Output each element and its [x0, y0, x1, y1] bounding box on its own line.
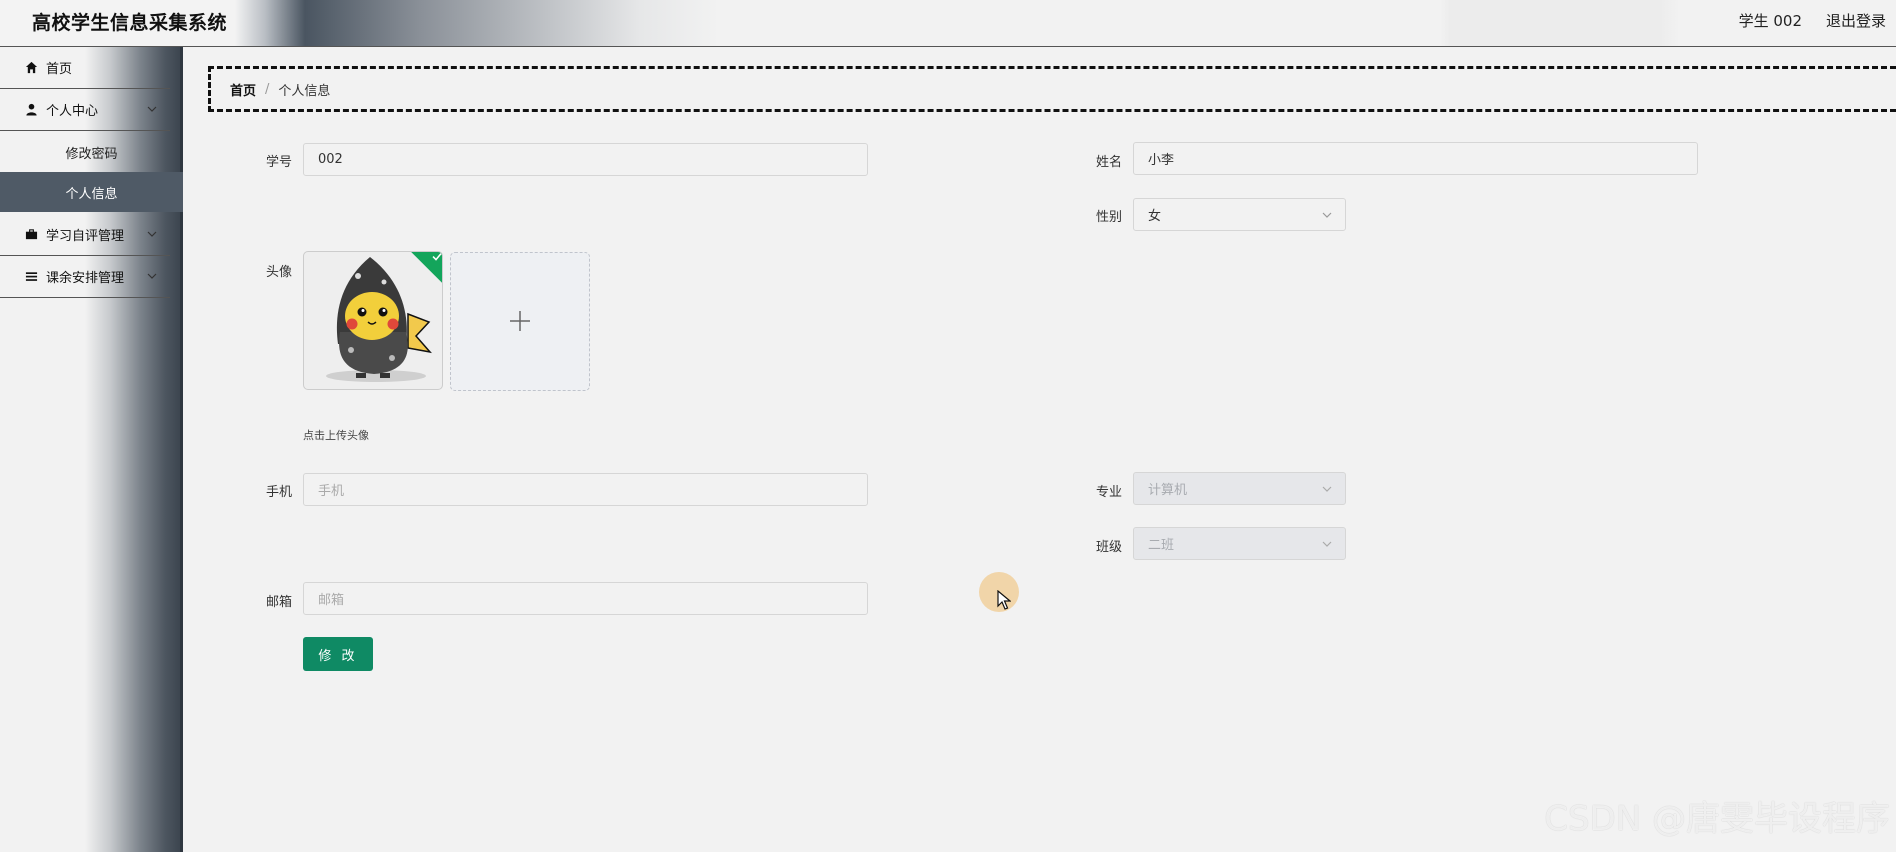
- avatar-upload-button[interactable]: [450, 252, 590, 391]
- email-label: 邮箱: [265, 595, 292, 610]
- major-label: 专业: [1095, 485, 1122, 500]
- sidebar-item-study-evaluation[interactable]: 学习自评管理: [0, 214, 170, 256]
- sidebar-subitem-label: 个人信息: [65, 186, 118, 202]
- sidebar-item-label: 首页: [46, 62, 73, 77]
- chevron-down-icon: [146, 103, 158, 115]
- sidebar-subitem-change-password[interactable]: 修改密码: [0, 132, 183, 172]
- breadcrumb-separator: /: [265, 81, 270, 97]
- name-label: 姓名: [1095, 155, 1122, 170]
- app-title: 高校学生信息采集系统: [32, 12, 228, 34]
- home-icon: [24, 61, 38, 75]
- email-field[interactable]: 邮箱: [303, 582, 868, 615]
- phone-field[interactable]: 手机: [303, 473, 868, 506]
- sidebar: 首页 个人中心 修改密码 个人信息 学习自评管理 课余安排管理: [0, 47, 183, 852]
- major-select[interactable]: 计算机: [1133, 472, 1346, 505]
- sidebar-subitem-label: 修改密码: [65, 146, 118, 162]
- current-user-label: 学生 002: [1738, 12, 1802, 30]
- gender-select[interactable]: 女: [1133, 198, 1346, 231]
- chevron-down-icon: [1321, 209, 1333, 221]
- name-value: 小李: [1148, 153, 1175, 168]
- gender-value: 女: [1148, 209, 1162, 224]
- class-select[interactable]: 二班: [1133, 527, 1346, 560]
- chevron-down-icon: [1321, 483, 1333, 495]
- sidebar-item-personal-center[interactable]: 个人中心: [0, 89, 170, 131]
- gender-label: 性别: [1095, 210, 1122, 225]
- top-header: 高校学生信息采集系统 学生 002 退出登录: [0, 0, 1896, 47]
- mouse-pointer-icon: [997, 589, 1012, 614]
- class-label: 班级: [1095, 540, 1122, 555]
- email-placeholder: 邮箱: [318, 593, 345, 608]
- sidebar-item-home[interactable]: 首页: [0, 47, 170, 89]
- sidebar-item-label: 学习自评管理: [46, 229, 125, 244]
- breadcrumb-current: 个人信息: [278, 83, 331, 99]
- watermark: CSDN @唐雯毕设程序: [1544, 799, 1890, 839]
- pikachu-avatar-icon: [326, 257, 432, 382]
- breadcrumb: 首页 / 个人信息: [208, 66, 1896, 112]
- chevron-down-icon: [1321, 538, 1333, 550]
- briefcase-icon: [24, 228, 38, 242]
- avatar-image[interactable]: [303, 251, 443, 390]
- avatar-upload-tip: 点击上传头像: [303, 429, 369, 442]
- class-value: 二班: [1148, 538, 1175, 553]
- plus-icon: [510, 311, 530, 331]
- breadcrumb-home[interactable]: 首页: [230, 80, 256, 99]
- sidebar-item-extracurricular[interactable]: 课余安排管理: [0, 256, 170, 298]
- list-icon: [24, 270, 38, 284]
- modify-button[interactable]: 修 改: [303, 637, 373, 671]
- student-id-label: 学号: [265, 155, 292, 170]
- phone-label: 手机: [265, 485, 292, 500]
- name-field[interactable]: 小李: [1133, 142, 1698, 175]
- student-id-field[interactable]: 002: [303, 143, 868, 176]
- phone-placeholder: 手机: [318, 484, 345, 499]
- sidebar-subitem-personal-info[interactable]: 个人信息: [0, 172, 183, 212]
- major-value: 计算机: [1148, 483, 1188, 498]
- chevron-down-icon: [146, 270, 158, 282]
- sidebar-item-label: 课余安排管理: [46, 271, 125, 286]
- check-icon: [432, 253, 442, 261]
- user-icon: [24, 103, 38, 117]
- sidebar-item-label: 个人中心: [46, 104, 99, 119]
- avatar-label: 头像: [265, 265, 292, 280]
- chevron-down-icon: [146, 228, 158, 240]
- student-id-value: 002: [318, 152, 343, 167]
- logout-link[interactable]: 退出登录: [1826, 10, 1886, 31]
